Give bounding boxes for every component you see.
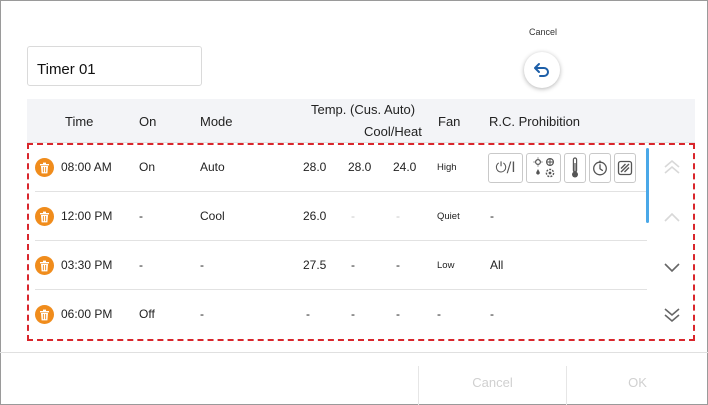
row-time: 03:30 PM bbox=[61, 258, 113, 272]
footer-divider bbox=[0, 352, 708, 353]
row-temp: 26.0 bbox=[303, 209, 327, 223]
header-time: Time bbox=[65, 114, 94, 129]
scroll-up-button[interactable] bbox=[659, 206, 685, 228]
scrollbar-thumb[interactable] bbox=[646, 148, 649, 223]
row-temp: 28.0 bbox=[303, 160, 327, 174]
delete-trash-icon[interactable] bbox=[35, 256, 54, 275]
row-mode: Auto bbox=[200, 160, 225, 174]
row-time: 08:00 AM bbox=[61, 160, 112, 174]
row-fan: High bbox=[437, 162, 457, 173]
row-on: - bbox=[139, 258, 143, 272]
delete-trash-icon[interactable] bbox=[35, 305, 54, 324]
table-row[interactable]: 08:00 AM On Auto 28.0 28.0 24.0 High ⏻/I bbox=[27, 143, 647, 192]
row-cool: - bbox=[351, 258, 355, 272]
row-rc-prohibition: - bbox=[490, 209, 494, 223]
rc-prohibition-icons: ⏻/I bbox=[488, 153, 636, 183]
row-time: 12:00 PM bbox=[61, 209, 113, 223]
thermometer-icon bbox=[572, 157, 578, 178]
cancel-top-button[interactable] bbox=[524, 52, 560, 88]
row-temp: - bbox=[306, 307, 310, 321]
prohibit-timer-button[interactable] bbox=[589, 153, 611, 183]
row-on: Off bbox=[139, 307, 155, 321]
scroll-top-button[interactable] bbox=[659, 156, 685, 178]
mode-sun-snow-icon bbox=[533, 157, 554, 178]
cancel-button[interactable]: Cancel bbox=[419, 368, 566, 398]
row-mode: Cool bbox=[200, 209, 225, 223]
row-rc-prohibition: All bbox=[490, 258, 504, 272]
chevron-down-icon bbox=[664, 263, 680, 273]
row-on: On bbox=[139, 160, 156, 174]
header-temp: Temp. (Cus. Auto) bbox=[311, 102, 416, 117]
row-heat: - bbox=[396, 307, 400, 321]
header-on: On bbox=[139, 114, 157, 129]
row-time: 06:00 PM bbox=[61, 307, 113, 321]
double-chevron-down-icon bbox=[664, 308, 680, 323]
row-cool: - bbox=[351, 307, 355, 321]
row-cool: 28.0 bbox=[348, 160, 372, 174]
row-rc-prohibition: - bbox=[490, 307, 494, 321]
timer-clock-icon bbox=[593, 160, 607, 176]
header-cool-heat: Cool/Heat bbox=[364, 124, 422, 139]
undo-arrow-icon bbox=[534, 63, 549, 77]
ok-button[interactable]: OK bbox=[567, 368, 708, 398]
table-row[interactable]: 06:00 PM Off - - - - - - bbox=[27, 290, 647, 339]
row-fan: Quiet bbox=[437, 211, 460, 222]
row-heat: - bbox=[396, 209, 400, 223]
prohibit-louver-button[interactable] bbox=[614, 153, 636, 183]
delete-trash-icon[interactable] bbox=[35, 207, 54, 226]
header-rc-prohibition: R.C. Prohibition bbox=[489, 114, 581, 129]
prohibit-temperature-button[interactable] bbox=[564, 153, 586, 183]
scroll-bottom-button[interactable] bbox=[659, 304, 685, 326]
header-mode: Mode bbox=[200, 114, 233, 129]
table-row[interactable]: 12:00 PM - Cool 26.0 - - Quiet - bbox=[27, 192, 647, 241]
scroll-down-button[interactable] bbox=[659, 257, 685, 279]
prohibit-mode-button[interactable] bbox=[526, 153, 561, 183]
cancel-top-label: Cancel bbox=[528, 27, 557, 37]
row-cool: - bbox=[351, 209, 355, 223]
row-fan: - bbox=[437, 307, 441, 321]
timer-rows: 08:00 AM On Auto 28.0 28.0 24.0 High ⏻/I bbox=[27, 143, 695, 341]
louver-icon bbox=[617, 160, 633, 176]
table-header: Time On Mode Temp. (Cus. Auto) Cool/Heat… bbox=[27, 99, 695, 143]
chevron-up-icon bbox=[664, 212, 680, 222]
timer-name-field[interactable]: Timer 01 bbox=[27, 46, 202, 86]
row-mode: - bbox=[200, 258, 204, 272]
row-mode: - bbox=[200, 307, 204, 321]
row-fan: Low bbox=[437, 260, 455, 271]
row-heat: 24.0 bbox=[393, 160, 417, 174]
prohibit-on-off-button[interactable]: ⏻/I bbox=[488, 153, 523, 183]
double-chevron-up-icon bbox=[664, 159, 680, 174]
row-on: - bbox=[139, 209, 143, 223]
row-heat: - bbox=[396, 258, 400, 272]
table-row[interactable]: 03:30 PM - - 27.5 - - Low All bbox=[27, 241, 647, 290]
header-fan: Fan bbox=[438, 114, 461, 129]
delete-trash-icon[interactable] bbox=[35, 158, 54, 177]
power-on-off-icon: ⏻/I bbox=[495, 160, 516, 176]
row-temp: 27.5 bbox=[303, 258, 327, 272]
